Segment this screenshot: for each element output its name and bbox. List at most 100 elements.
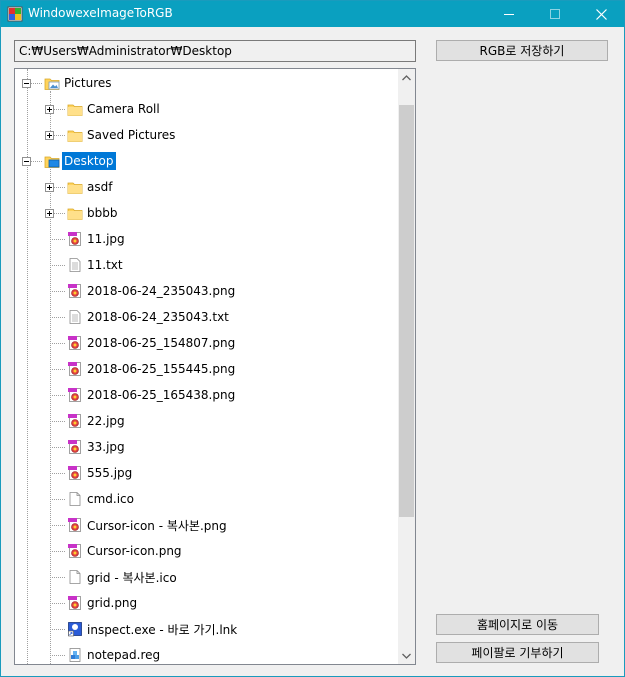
image-file-icon	[68, 232, 81, 246]
tree-node[interactable]: Cursor-icon - 복사본.png	[85, 512, 229, 538]
title-bar[interactable]: WindowexeImageToRGB	[1, 1, 624, 27]
folder-icon	[67, 104, 83, 116]
folder-icon	[67, 130, 83, 142]
tree-node-label: 555.jpg	[87, 466, 133, 480]
image-file-icon	[68, 336, 81, 350]
folder-icon	[67, 182, 83, 194]
tree-connector-line	[50, 551, 65, 552]
tree-node-label: bbbb	[87, 206, 118, 220]
image-file-icon	[68, 544, 81, 558]
text-file-icon	[69, 258, 81, 272]
tree-node-label: 2018-06-25_154807.png	[87, 336, 236, 350]
app-window: WindowexeImageToRGB C:₩Users₩Administrat…	[0, 0, 625, 677]
expand-icon[interactable]	[45, 105, 54, 114]
chevron-up-icon	[402, 74, 411, 80]
tree-node-label: grid.png	[87, 596, 138, 610]
shortcut-file-icon	[68, 622, 82, 637]
tree-node-label: Pictures	[64, 76, 112, 90]
tree-connector-line	[50, 317, 65, 318]
tree-node-label: 2018-06-24_235043.txt	[87, 310, 229, 324]
tree-node[interactable]: asdf	[85, 174, 114, 200]
tree-connector-line	[50, 499, 65, 500]
tree-node[interactable]: 22.jpg	[85, 408, 127, 434]
tree-connector-line	[50, 603, 65, 604]
tree-node[interactable]: 2018-06-24_235043.txt	[85, 304, 231, 330]
tree-node-label: 22.jpg	[87, 414, 125, 428]
collapse-icon[interactable]	[22, 157, 31, 166]
image-file-icon	[68, 440, 81, 454]
tree-node-label: Desktop	[62, 152, 116, 170]
minimize-button[interactable]	[486, 1, 532, 27]
tree-node[interactable]: bbbb	[85, 200, 119, 226]
image-file-icon	[68, 596, 81, 610]
tree-node[interactable]: Pictures	[62, 70, 114, 96]
scroll-up-button[interactable]	[398, 69, 415, 86]
image-file-icon	[68, 284, 81, 298]
tree-connector-line	[50, 369, 65, 370]
tree-node-label: Cursor-icon.png	[87, 544, 182, 558]
tree-node[interactable]: notepad.reg	[85, 642, 162, 664]
tree-node-label: 33.jpg	[87, 440, 125, 454]
tree-node-label: 2018-06-25_155445.png	[87, 362, 236, 376]
window-title: WindowexeImageToRGB	[28, 6, 173, 20]
paypal-donate-button[interactable]: 페이팔로 기부하기	[436, 642, 599, 663]
image-file-icon	[68, 362, 81, 376]
scroll-down-button[interactable]	[398, 647, 415, 664]
image-file-icon	[68, 466, 81, 480]
collapse-icon[interactable]	[22, 79, 31, 88]
tree-connector-line	[50, 395, 65, 396]
tree-node[interactable]: Camera Roll	[85, 96, 162, 122]
tree-node[interactable]: Desktop	[62, 148, 116, 174]
tree-node[interactable]: Cursor-icon.png	[85, 538, 184, 564]
registry-file-icon	[69, 648, 81, 662]
tree-node-label: cmd.ico	[87, 492, 134, 506]
tree-node[interactable]: 555.jpg	[85, 460, 134, 486]
tree-node-label: grid - 복사본.ico	[87, 570, 177, 585]
blank-file-icon	[69, 570, 81, 584]
tree-node[interactable]: 2018-06-24_235043.png	[85, 278, 237, 304]
path-field[interactable]: C:₩Users₩Administrator₩Desktop	[14, 40, 416, 62]
maximize-button[interactable]	[532, 1, 578, 27]
homepage-button[interactable]: 홈페이지로 이동	[436, 614, 599, 635]
close-button[interactable]	[578, 1, 624, 27]
folder-desktop-icon	[44, 156, 60, 168]
expand-icon[interactable]	[45, 183, 54, 192]
tree-content: Pictures Camera Roll Saved Pictures Desktop…	[15, 69, 398, 664]
tree-node[interactable]: 11.jpg	[85, 226, 127, 252]
tree-node[interactable]: 2018-06-25_165438.png	[85, 382, 237, 408]
tree-node[interactable]: 33.jpg	[85, 434, 127, 460]
tree-node-label: 2018-06-24_235043.png	[87, 284, 236, 298]
tree-connector-line	[50, 629, 65, 630]
save-rgb-button[interactable]: RGB로 저장하기	[436, 40, 608, 61]
scroll-thumb[interactable]	[399, 105, 414, 517]
tree-node-label: Saved Pictures	[87, 128, 176, 142]
tree-connector-line	[50, 655, 65, 656]
tree-connector-line	[50, 265, 65, 266]
tree-connector-line	[50, 169, 51, 664]
folder-icon	[67, 208, 83, 220]
app-icon	[7, 6, 23, 22]
tree-node-label: Cursor-icon - 복사본.png	[87, 518, 227, 533]
minimize-icon	[504, 14, 514, 15]
tree-node-label: notepad.reg	[87, 648, 161, 662]
tree-connector-line	[50, 447, 65, 448]
tree-node[interactable]: cmd.ico	[85, 486, 136, 512]
image-file-icon	[68, 388, 81, 402]
expand-icon[interactable]	[45, 209, 54, 218]
tree-node-label: asdf	[87, 180, 113, 194]
tree-node[interactable]: Saved Pictures	[85, 122, 177, 148]
expand-icon[interactable]	[45, 131, 54, 140]
file-tree-view[interactable]: Pictures Camera Roll Saved Pictures Desktop…	[14, 68, 416, 665]
tree-node[interactable]: 2018-06-25_154807.png	[85, 330, 237, 356]
tree-node[interactable]: inspect.exe - 바로 가기.lnk	[85, 616, 239, 642]
tree-node[interactable]: grid - 복사본.ico	[85, 564, 179, 590]
vertical-scrollbar[interactable]	[398, 69, 415, 664]
tree-node[interactable]: 2018-06-25_155445.png	[85, 356, 237, 382]
tree-connector-line	[50, 421, 65, 422]
folder-pictures-icon	[44, 78, 60, 90]
tree-connector-line	[50, 343, 65, 344]
tree-node[interactable]: 11.txt	[85, 252, 125, 278]
tree-node[interactable]: grid.png	[85, 590, 139, 616]
tree-node-label: 11.txt	[87, 258, 123, 272]
tree-connector-line	[50, 291, 65, 292]
